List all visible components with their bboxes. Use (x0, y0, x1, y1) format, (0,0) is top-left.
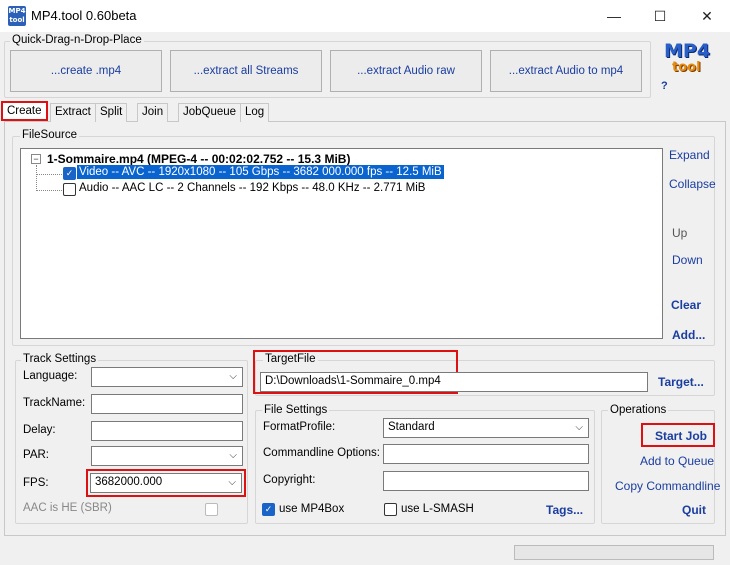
extract-audio-raw-drop-button[interactable]: ...extract Audio raw (330, 50, 482, 92)
add-to-queue-button[interactable]: Add to Queue (640, 454, 714, 468)
par-label: PAR: (23, 449, 49, 461)
trackname-label: TrackName: (23, 397, 86, 409)
filesource-title: FileSource (20, 129, 79, 141)
fps-value: 3682000.000 (95, 476, 163, 488)
track-settings-title: Track Settings (21, 353, 99, 365)
tree-line (36, 174, 62, 175)
chevron-down-icon: ⌵ (229, 371, 237, 382)
quick-drag-title: Quick-Drag-n-Drop-Place (10, 34, 144, 46)
target-file-title: TargetFile (263, 353, 318, 365)
delay-label: Delay: (23, 424, 56, 436)
tree-line (36, 190, 62, 191)
file-tree[interactable]: − 1-Sommaire.mp4 (MPEG-4 -- 00:02:02.752… (20, 148, 663, 339)
par-select[interactable]: ⌵ (91, 446, 243, 466)
use-lsmash-label: use L-SMASH (401, 503, 474, 515)
chevron-down-icon: ⌵ (229, 450, 237, 461)
create-mp4-drop-button[interactable]: ...create .mp4 (10, 50, 162, 92)
window-title: MP4.tool 0.60beta (31, 8, 137, 23)
target-file-path[interactable]: D:\Downloads\1-Sommaire_0.mp4 (260, 372, 648, 392)
copyright-label: Copyright: (263, 474, 316, 486)
tab-create[interactable]: Create (1, 101, 48, 121)
video-track-label[interactable]: Video -- AVC -- 1920x1080 -- 105 Gbps --… (77, 165, 444, 179)
mp4tool-logo: MP4 tool (664, 42, 716, 82)
language-select[interactable]: ⌵ (91, 367, 243, 387)
cmdline-options-label: Commandline Options: (263, 447, 380, 459)
app-icon: MP4 tool (8, 6, 26, 26)
tree-root-file[interactable]: 1-Sommaire.mp4 (MPEG-4 -- 00:02:02.752 -… (47, 152, 350, 166)
logo-line-2: tool (672, 60, 701, 75)
tab-log[interactable]: Log (240, 103, 270, 122)
file-settings-title: File Settings (262, 404, 330, 416)
delay-field[interactable] (91, 421, 243, 441)
collapse-node-icon[interactable]: − (31, 154, 41, 164)
format-profile-select[interactable]: Standard ⌵ (383, 418, 589, 438)
use-lsmash-checkbox[interactable] (384, 503, 397, 516)
audio-track-checkbox[interactable] (63, 183, 76, 196)
language-label: Language: (23, 370, 78, 382)
close-button[interactable]: ✕ (684, 0, 730, 32)
audio-track-label[interactable]: Audio -- AAC LC -- 2 Channels -- 192 Kbp… (79, 182, 425, 194)
fps-select[interactable]: 3682000.000 ⌵ (90, 473, 242, 493)
video-track-checkbox[interactable]: ✓ (63, 167, 76, 180)
start-job-button[interactable]: Start Job (655, 429, 707, 443)
format-profile-value: Standard (388, 421, 435, 433)
chevron-down-icon: ⌵ (575, 422, 583, 433)
format-profile-label: FormatProfile: (263, 421, 336, 433)
copy-commandline-button[interactable]: Copy Commandline (615, 479, 720, 493)
cmdline-options-field[interactable] (383, 444, 589, 464)
quit-button[interactable]: Quit (682, 503, 706, 517)
title-bar: MP4 tool MP4.tool 0.60beta — ☐ ✕ (0, 0, 730, 32)
minimize-button[interactable]: — (591, 0, 637, 32)
fps-label: FPS: (23, 477, 49, 489)
up-button[interactable]: Up (672, 226, 687, 240)
copyright-field[interactable] (383, 471, 589, 491)
tree-line (36, 165, 37, 191)
extract-all-streams-drop-button[interactable]: ...extract all Streams (170, 50, 322, 92)
tab-jobqueue[interactable]: JobQueue (178, 103, 242, 122)
expand-button[interactable]: Expand (669, 148, 710, 162)
add-button[interactable]: Add... (672, 328, 705, 342)
down-button[interactable]: Down (672, 253, 703, 267)
target-button[interactable]: Target... (658, 375, 704, 389)
extract-audio-mp4-drop-button[interactable]: ...extract Audio to mp4 (490, 50, 642, 92)
logo-line-1: MP4 (664, 40, 711, 62)
trackname-field[interactable] (91, 394, 243, 414)
tab-extract[interactable]: Extract (50, 103, 96, 122)
aac-he-checkbox[interactable] (205, 503, 218, 516)
maximize-button[interactable]: ☐ (637, 0, 683, 32)
aac-he-label: AAC is HE (SBR) (23, 502, 112, 514)
tab-join[interactable]: Join (137, 103, 169, 122)
tags-button[interactable]: Tags... (546, 503, 583, 517)
use-mp4box-checkbox[interactable]: ✓ (262, 503, 275, 516)
chevron-down-icon: ⌵ (228, 477, 236, 488)
tab-split[interactable]: Split (95, 103, 128, 122)
operations-title: Operations (608, 404, 669, 416)
collapse-button[interactable]: Collapse (669, 177, 716, 191)
clear-button[interactable]: Clear (671, 298, 701, 312)
help-link[interactable]: ? (661, 80, 668, 92)
progress-bar (514, 545, 714, 560)
use-mp4box-label: use MP4Box (279, 503, 345, 515)
